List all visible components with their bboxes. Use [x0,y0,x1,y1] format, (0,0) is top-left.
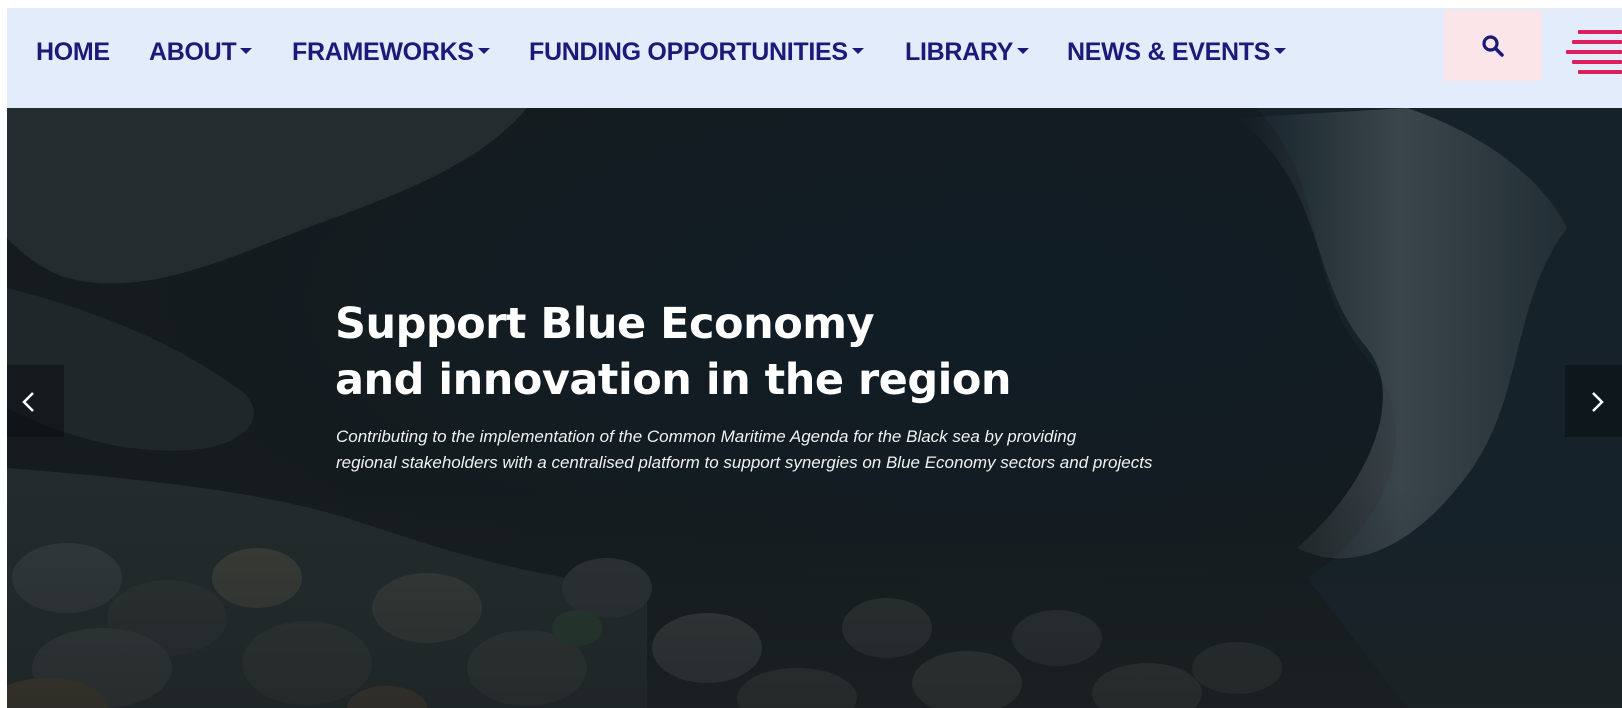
slider-prev-button[interactable] [7,365,64,437]
nav-item-library[interactable]: LIBRARY [905,34,1030,70]
menu-bar [1572,40,1622,44]
menu-bar [1578,70,1622,74]
nav-item-label: NEWS & EVENTS [1067,38,1271,66]
nav-item-label: ABOUT [149,38,237,66]
caret-down-icon [851,48,864,55]
hamburger-menu-button[interactable] [1564,28,1622,74]
caret-down-icon [1274,48,1287,55]
hero-background-image [7,108,1622,708]
search-button[interactable] [1444,10,1542,81]
hero-title-line: Support Blue Economy [335,299,875,349]
nav-item-frameworks[interactable]: FRAMEWORKS [292,34,490,70]
menu-bar [1566,50,1622,54]
hero-title: Support Blue Economy and innovation in t… [335,296,1235,408]
search-icon [1482,35,1504,57]
chevron-left-icon [22,392,34,412]
top-navigation-bar: HOME ABOUT FRAMEWORKS FUNDING OPPORTUNIT… [7,8,1622,108]
nav-item-label: FRAMEWORKS [292,38,474,66]
slider-next-button[interactable] [1565,365,1622,437]
nav-item-news-events[interactable]: NEWS & EVENTS [1067,34,1287,70]
caret-down-icon [1017,48,1030,55]
nav-item-about[interactable]: ABOUT [149,34,253,70]
nav-item-home[interactable]: HOME [36,34,110,70]
nav-item-label: FUNDING OPPORTUNITIES [529,38,848,66]
chevron-right-icon [1592,392,1604,412]
nav-item-label: LIBRARY [905,38,1014,66]
nav-item-funding-opportunities[interactable]: FUNDING OPPORTUNITIES [529,34,864,70]
nav-item-label: HOME [36,38,110,66]
hero-title-line: and innovation in the region [335,355,1012,405]
menu-bar [1578,30,1622,34]
caret-down-icon [240,48,253,55]
hero-slider: Support Blue Economy and innovation in t… [7,108,1622,708]
hero-subtitle-line: Contributing to the implementation of th… [336,427,1077,446]
hero-subtitle-line: regional stakeholders with a centralised… [336,453,1153,472]
hero-subtitle: Contributing to the implementation of th… [336,424,1236,476]
menu-bar [1572,60,1622,64]
page-frame: HOME ABOUT FRAMEWORKS FUNDING OPPORTUNIT… [7,8,1622,708]
caret-down-icon [477,48,490,55]
